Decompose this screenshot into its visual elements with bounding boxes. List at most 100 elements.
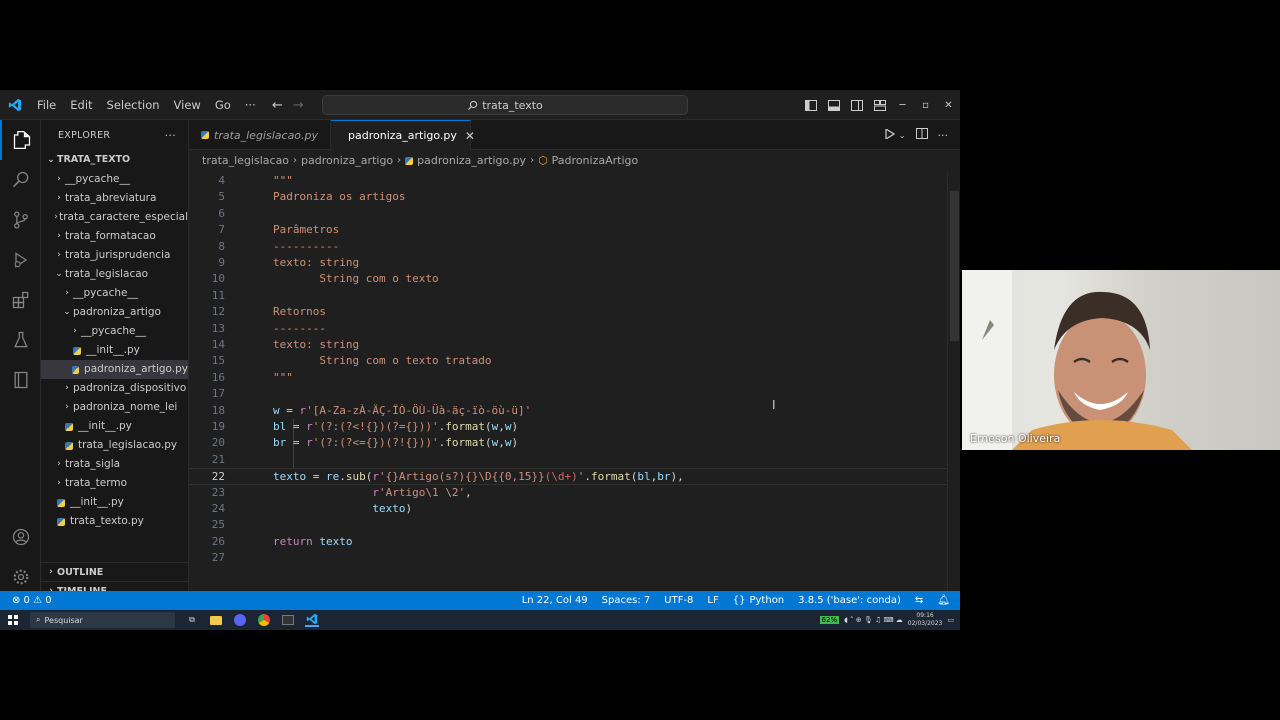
cursor-position[interactable]: Ln 22, Col 49 [522,595,588,606]
tree-item[interactable]: ⌄ padroniza_artigo [41,303,188,322]
code-line[interactable]: 15 String com o texto tratado [189,353,947,369]
extensions-icon[interactable] [0,280,41,320]
tree-item[interactable]: trata_texto.py [41,512,188,531]
tree-item[interactable]: ⌄ trata_legislacao [41,265,188,284]
file-encoding[interactable]: UTF-8 [664,595,693,606]
menu-item[interactable]: File [30,90,63,120]
command-center[interactable]: trata_texto [322,95,688,115]
split-editor-icon[interactable] [915,128,928,142]
menu-item[interactable]: ··· [238,90,263,120]
close-tab-icon[interactable]: ✕ [465,129,475,143]
notifications-bell-icon[interactable]: 🔔︎ [937,595,950,606]
menu-item[interactable]: View [167,90,208,120]
clock[interactable]: 09:16 02/03/2023 [908,612,943,628]
code-line[interactable]: 7 Parâmetros [189,222,947,238]
indentation[interactable]: Spaces: 7 [602,595,651,606]
live-share-icon[interactable]: ⇆ [915,595,923,606]
tree-item[interactable]: __init__.py [41,493,188,512]
back-arrow-icon[interactable]: ← [272,98,283,113]
source-control-icon[interactable] [0,200,41,240]
run-debug-icon[interactable] [0,240,41,280]
task-view-icon[interactable]: ⧉ [185,613,199,627]
code-line[interactable]: 13 -------- [189,321,947,337]
tray-icons[interactable]: ◖ ˄ ⊕ 🎙︎ ♫ ⌨ ☁ [844,616,903,624]
menu-item[interactable]: Selection [100,90,167,120]
restore-window-icon[interactable]: ▫ [914,100,937,111]
explorer-more-icon[interactable]: ··· [165,129,176,142]
testing-flask-icon[interactable] [0,320,41,360]
code-line[interactable]: 14 texto: string [189,337,947,353]
code-line[interactable]: 23 r'Artigo\1 \2', [189,485,947,501]
code-line[interactable]: 11 [189,288,947,304]
tree-item[interactable]: › padroniza_dispositivo [41,379,188,398]
tree-item[interactable]: trata_legislacao.py [41,436,188,455]
code-line[interactable]: 4 """ [189,173,947,189]
code-line[interactable]: 25 [189,517,947,533]
vscode-logo-icon[interactable] [0,90,30,120]
code-line[interactable]: 12 Retornos [189,304,947,320]
chrome-icon[interactable] [257,613,271,627]
code-editor[interactable]: 4 """ 5 Padroniza os artigos 6 7 Parâmetros 8 --… [189,171,947,591]
toggle-panel-icon[interactable] [822,99,845,111]
minimize-window-icon[interactable]: ─ [891,100,914,111]
workspace-root[interactable]: ⌄ TRATA_TEXTO [41,150,188,170]
tree-item[interactable]: › padroniza_nome_lei [41,398,188,417]
tree-item[interactable]: › __pycache__ [41,284,188,303]
file-explorer-icon[interactable] [209,613,223,627]
editor-scrollbar[interactable] [947,171,960,591]
tree-item[interactable]: › trata_formatacao [41,227,188,246]
forward-arrow-icon[interactable]: → [293,98,304,113]
code-line[interactable]: 22 texto = re.sub(r'{}Artigo(s?){}\D{{0,1… [189,468,947,485]
code-line[interactable]: 20 br = r'(?:(?<={})(?!{}))'.format(w,w) [189,435,947,451]
tree-item[interactable]: padroniza_artigo.py [41,360,188,379]
tree-item[interactable]: __init__.py [41,417,188,436]
breadcrumb-item[interactable]: padroniza_artigo.py [417,154,526,167]
editor-tab[interactable]: padroniza_artigo.py ✕ [331,120,475,150]
close-window-icon[interactable]: ✕ [937,100,960,111]
tree-item[interactable]: › trata_jurisprudencia [41,246,188,265]
run-dropdown-chevron-icon[interactable]: ⌄ [899,131,906,140]
line-ending[interactable]: LF [707,595,718,606]
vscode-taskbar-icon[interactable] [305,613,319,627]
menu-item[interactable]: Edit [63,90,99,120]
search-icon[interactable] [0,160,41,200]
toggle-primary-sidebar-icon[interactable] [799,99,822,111]
code-line[interactable]: 6 [189,206,947,222]
more-actions-icon[interactable]: ··· [938,129,949,142]
windows-start-icon[interactable] [8,615,18,625]
code-line[interactable]: 19 bl = r'(?:(?<!{})(?={}))'.format(w,w) [189,419,947,435]
tree-item[interactable]: › trata_termo [41,474,188,493]
code-line[interactable]: 24 texto) [189,501,947,517]
scrollbar-thumb[interactable] [950,191,959,341]
code-line[interactable]: 17 [189,386,947,402]
discord-icon[interactable] [233,613,247,627]
code-line[interactable]: 27 [189,550,947,566]
breadcrumb-item[interactable]: padroniza_artigo [301,154,393,167]
breadcrumb-item[interactable]: PadronizaArtigo [552,154,639,167]
taskbar-search[interactable]: ⌕ Pesquisar [30,612,175,628]
code-line[interactable]: 21 [189,452,947,468]
tree-item[interactable]: › __pycache__ [41,170,188,189]
code-line[interactable]: 18 w = r'[A-Za-zÀ-ÄÇ-ÏÒ-ÖÙ-Üà-äç-ïò-öù-ü]… [189,403,947,419]
toggle-secondary-sidebar-icon[interactable] [845,99,868,111]
battery-indicator[interactable]: 62% [819,616,840,624]
explorer-icon[interactable] [0,120,41,160]
notification-center-icon[interactable]: ▭ [947,616,954,624]
run-python-file-icon[interactable] [885,127,895,142]
code-line[interactable]: 9 texto: string [189,255,947,271]
outline-section[interactable]: › OUTLINE [41,562,188,581]
tree-item[interactable]: › trata_caractere_especial [41,208,188,227]
code-line[interactable]: 26 return texto [189,534,947,550]
code-line[interactable]: 10 String com o texto [189,271,947,287]
breadcrumb-item[interactable]: trata_legislacao [202,154,289,167]
tree-item[interactable]: __init__.py [41,341,188,360]
notebook-icon[interactable] [0,360,41,400]
accounts-icon[interactable] [0,517,41,557]
editor-tab[interactable]: trata_legislacao.py [189,120,331,150]
code-line[interactable]: 16 """ [189,370,947,386]
tree-item[interactable]: › trata_sigla [41,455,188,474]
python-interpreter[interactable]: 3.8.5 ('base': conda) [798,595,901,606]
problems-status[interactable]: ⊗ 0 ⚠ 0 [12,595,52,606]
menu-item[interactable]: Go [208,90,238,120]
code-line[interactable]: 8 ---------- [189,239,947,255]
